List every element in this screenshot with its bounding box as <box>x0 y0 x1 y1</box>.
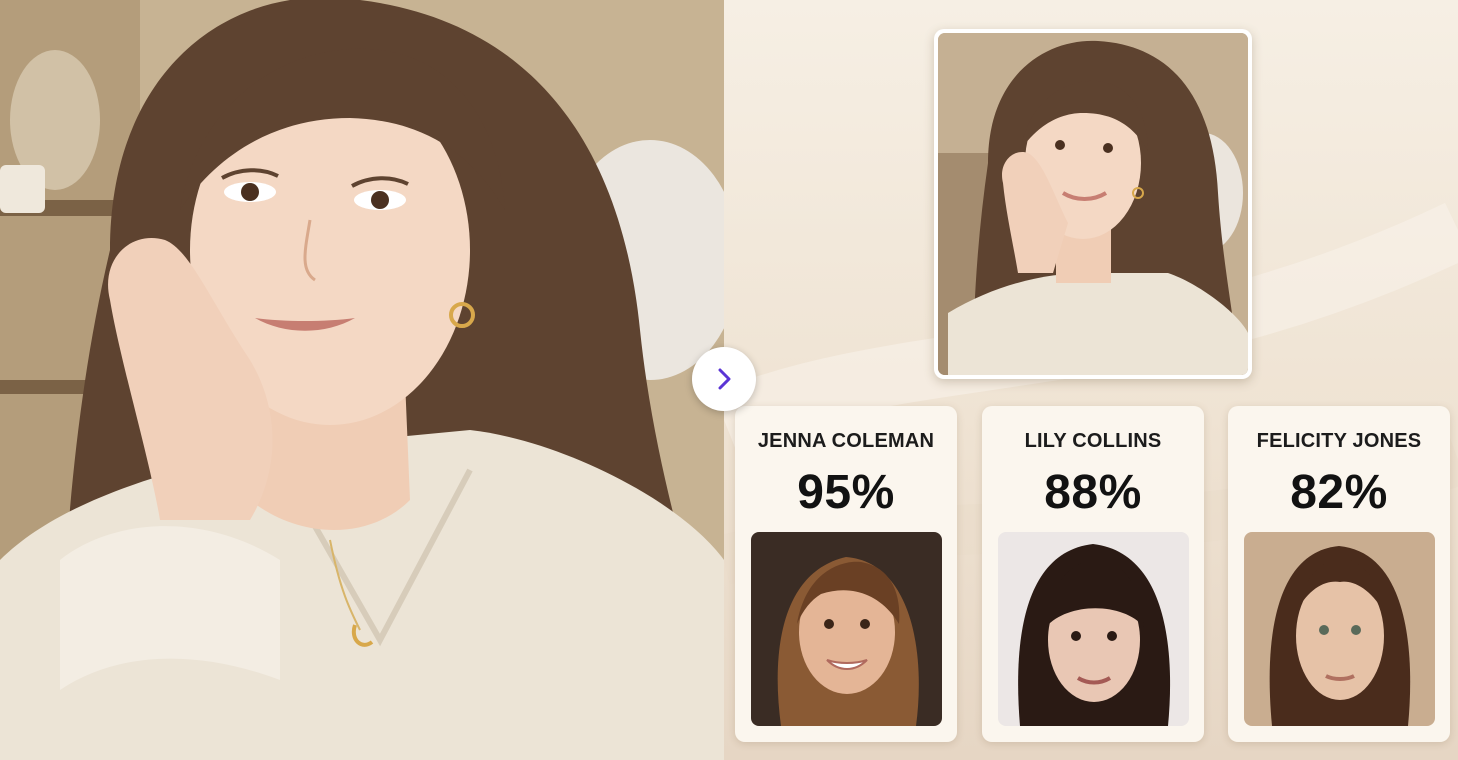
match-card[interactable]: LILY COLLINS 88% <box>982 406 1204 742</box>
results-panel: JENNA COLEMAN 95% LILY COLLINS 88% FELIC… <box>724 0 1458 760</box>
chevron-right-icon <box>718 368 731 390</box>
source-portrait <box>938 33 1248 375</box>
match-photo <box>998 532 1189 726</box>
source-thumbnail <box>934 29 1252 379</box>
next-button[interactable] <box>692 347 756 411</box>
match-card[interactable]: JENNA COLEMAN 95% <box>735 406 957 742</box>
portrait-illustration <box>0 0 724 760</box>
match-name: FELICITY JONES <box>1256 430 1422 452</box>
match-photo <box>1244 532 1435 726</box>
match-name: LILY COLLINS <box>1024 430 1162 452</box>
match-score: 95% <box>797 466 895 519</box>
match-photo <box>751 532 942 726</box>
match-card[interactable]: FELICITY JONES 82% <box>1228 406 1450 742</box>
match-score: 88% <box>1044 466 1142 519</box>
match-score: 82% <box>1290 466 1388 519</box>
match-name: JENNA COLEMAN <box>757 430 935 452</box>
uploaded-photo <box>0 0 724 760</box>
